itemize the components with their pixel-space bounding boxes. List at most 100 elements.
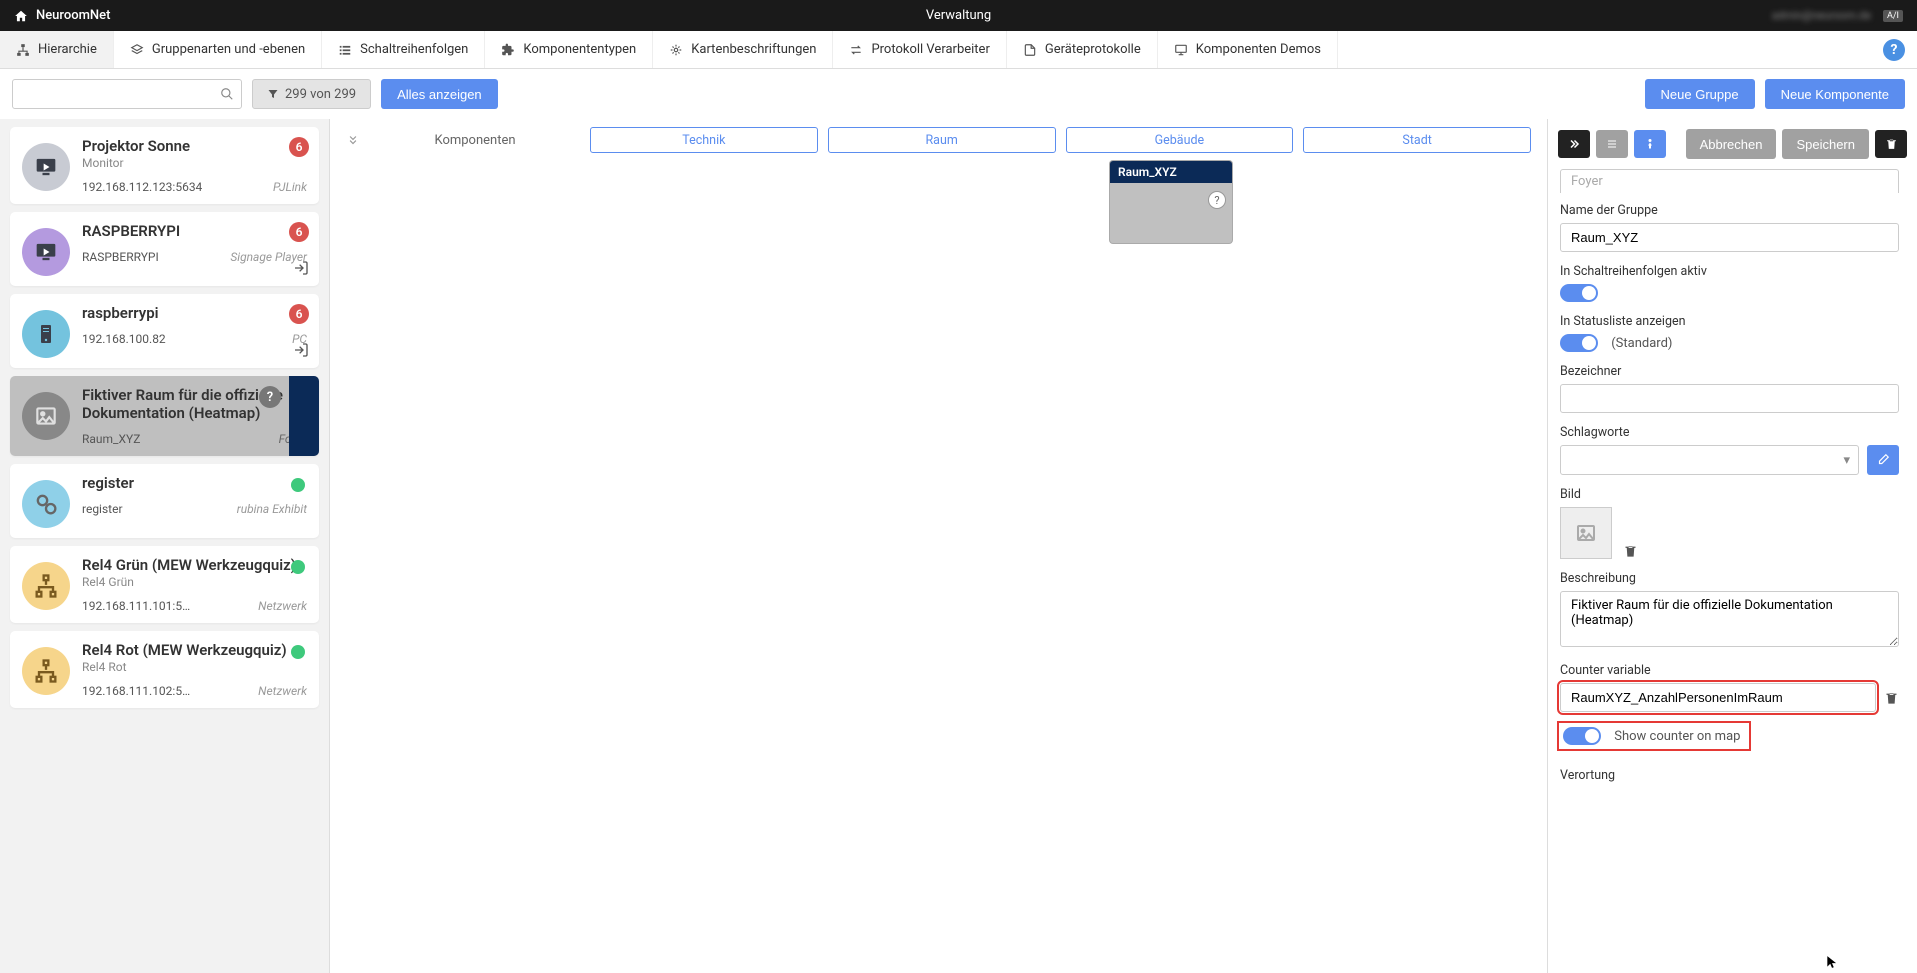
item-title: Projektor Sonne xyxy=(82,137,307,155)
description-textarea[interactable] xyxy=(1560,591,1899,647)
search-icon[interactable] xyxy=(220,87,234,101)
home-icon[interactable] xyxy=(14,9,28,23)
expand-icon[interactable] xyxy=(346,133,360,147)
identifier-input[interactable] xyxy=(1560,384,1899,413)
puzzle-icon xyxy=(501,43,515,57)
status-badge xyxy=(291,478,305,492)
thumb-icon xyxy=(22,562,70,610)
delete-button[interactable] xyxy=(1875,130,1907,158)
save-button[interactable]: Speichern xyxy=(1782,129,1869,159)
thumb-icon xyxy=(22,228,70,276)
statuslist-label: In Statusliste anzeigen xyxy=(1560,314,1899,329)
tab-hierarchie[interactable]: Hierarchie xyxy=(0,31,114,68)
item-type: rubina Exhibit xyxy=(237,502,307,516)
tags-icon xyxy=(669,43,683,57)
collapse-button[interactable] xyxy=(1558,130,1590,158)
help-icon[interactable]: ? xyxy=(1883,39,1905,61)
tab-label: Kartenbeschriftungen xyxy=(691,42,816,57)
nav-tabs: Hierarchie Gruppenarten und -ebenen Scha… xyxy=(0,31,1917,69)
sitemap-icon xyxy=(16,43,30,57)
breadcrumb-raum[interactable]: Raum xyxy=(828,127,1056,153)
statuslist-toggle[interactable] xyxy=(1560,334,1598,352)
item-sub: Rel4 Rot xyxy=(82,660,307,674)
identifier-label: Bezeichner xyxy=(1560,364,1899,379)
action-bar: 299 von 299 Alles anzeigen Neue Gruppe N… xyxy=(0,69,1917,119)
tab-gruppenarten[interactable]: Gruppenarten und -ebenen xyxy=(114,31,322,68)
columns-label: Komponenten xyxy=(370,133,580,148)
breadcrumb-gebaeude[interactable]: Gebäude xyxy=(1066,127,1294,153)
statuslist-hint: (Standard) xyxy=(1611,336,1672,351)
new-group-button[interactable]: Neue Gruppe xyxy=(1645,79,1755,109)
item-title: raspberrypi xyxy=(82,304,307,322)
selection-bar xyxy=(289,376,319,456)
list-item[interactable]: Projektor Sonne Monitor 192.168.112.123:… xyxy=(10,127,319,204)
list-item[interactable]: RASPBERRYPI RASPBERRYPISignage Player 6 xyxy=(10,212,319,286)
item-type: Netzwerk xyxy=(258,599,307,613)
exchange-icon xyxy=(849,43,863,57)
switch-active-toggle[interactable] xyxy=(1560,284,1598,302)
image-label: Bild xyxy=(1560,487,1899,502)
login-icon[interactable] xyxy=(293,342,309,358)
list-item-selected[interactable]: Fiktiver Raum für die offizielle Dokumen… xyxy=(10,376,319,456)
list-item[interactable]: raspberrypi 192.168.100.82PC 6 xyxy=(10,294,319,368)
list-item[interactable]: register register rubina Exhibit xyxy=(10,464,319,538)
counter-input[interactable] xyxy=(1560,683,1876,712)
tags-label: Schlagworte xyxy=(1560,425,1899,440)
tab-label: Komponententypen xyxy=(523,42,636,57)
description-label: Beschreibung xyxy=(1560,571,1899,586)
thumb-icon xyxy=(22,480,70,528)
tab-geraeteprotokolle[interactable]: Geräteprotokolle xyxy=(1007,31,1158,68)
status-badge: 6 xyxy=(289,304,309,324)
item-title: register xyxy=(82,474,307,492)
list-button[interactable] xyxy=(1596,130,1628,158)
image-placeholder[interactable] xyxy=(1560,507,1612,559)
show-all-button[interactable]: Alles anzeigen xyxy=(381,79,498,109)
properties-panel: Abbrechen Speichern Foyer Name der Grupp… xyxy=(1547,119,1917,973)
group-name-input[interactable] xyxy=(1560,223,1899,252)
search-input[interactable] xyxy=(12,79,242,109)
item-sub: Monitor xyxy=(82,156,307,170)
item-type: Netzwerk xyxy=(258,684,307,698)
show-counter-toggle[interactable] xyxy=(1563,727,1601,745)
breadcrumb-stadt[interactable]: Stadt xyxy=(1303,127,1531,153)
list-item[interactable]: Rel4 Rot (MEW Werkzeugquiz) Rel4 Rot 192… xyxy=(10,631,319,708)
lang-badge[interactable]: A/I xyxy=(1883,10,1903,22)
switch-active-label: In Schaltreihenfolgen aktiv xyxy=(1560,264,1899,279)
login-icon[interactable] xyxy=(293,260,309,276)
person-button[interactable] xyxy=(1634,130,1666,158)
tags-select[interactable]: ▾ xyxy=(1560,445,1859,475)
page-title: Verwaltung xyxy=(926,8,991,23)
layers-icon xyxy=(130,43,144,57)
canvas[interactable]: Komponenten Technik Raum Gebäude Stadt R… xyxy=(330,119,1547,973)
tab-schaltreihenfolgen[interactable]: Schaltreihenfolgen xyxy=(322,31,485,68)
item-title: Rel4 Rot (MEW Werkzeugquiz) xyxy=(82,641,307,659)
location-label: Verortung xyxy=(1560,768,1899,783)
item-addr: RASPBERRYPI xyxy=(82,250,159,264)
item-type: PJLink xyxy=(273,180,307,194)
new-component-button[interactable]: Neue Komponente xyxy=(1765,79,1905,109)
tab-protokollverarbeiter[interactable]: Protokoll Verarbeiter xyxy=(833,31,1006,68)
image-delete-icon[interactable] xyxy=(1623,543,1638,559)
filter-label: 299 von 299 xyxy=(285,87,356,102)
component-sidebar[interactable]: Projektor Sonne Monitor 192.168.112.123:… xyxy=(0,119,330,973)
counter-label: Counter variable xyxy=(1560,663,1899,678)
parent-select-partial[interactable]: Foyer xyxy=(1560,169,1899,193)
status-badge: 6 xyxy=(289,222,309,242)
tab-komponentendemos[interactable]: Komponenten Demos xyxy=(1158,31,1338,68)
status-badge: ? xyxy=(259,386,281,408)
item-sub: Rel4 Grün xyxy=(82,575,307,589)
tab-komponententypen[interactable]: Komponententypen xyxy=(485,31,653,68)
cancel-button[interactable]: Abbrechen xyxy=(1686,129,1777,159)
breadcrumb-technik[interactable]: Technik xyxy=(590,127,818,153)
brand[interactable]: NeuroomNet xyxy=(36,8,110,23)
counter-delete-icon[interactable] xyxy=(1884,690,1899,706)
thumb-icon xyxy=(22,143,70,191)
tab-kartenbeschriftungen[interactable]: Kartenbeschriftungen xyxy=(653,31,833,68)
item-addr: 192.168.112.123:5634 xyxy=(82,180,202,194)
list-item[interactable]: Rel4 Grün (MEW Werkzeugquiz) Rel4 Grün 1… xyxy=(10,546,319,623)
tags-edit-button[interactable] xyxy=(1867,445,1899,475)
room-card[interactable]: Raum_XYZ ? xyxy=(1110,161,1232,243)
filter-button[interactable]: 299 von 299 xyxy=(252,79,371,109)
item-addr: register xyxy=(82,502,123,516)
tab-label: Protokoll Verarbeiter xyxy=(871,42,989,57)
